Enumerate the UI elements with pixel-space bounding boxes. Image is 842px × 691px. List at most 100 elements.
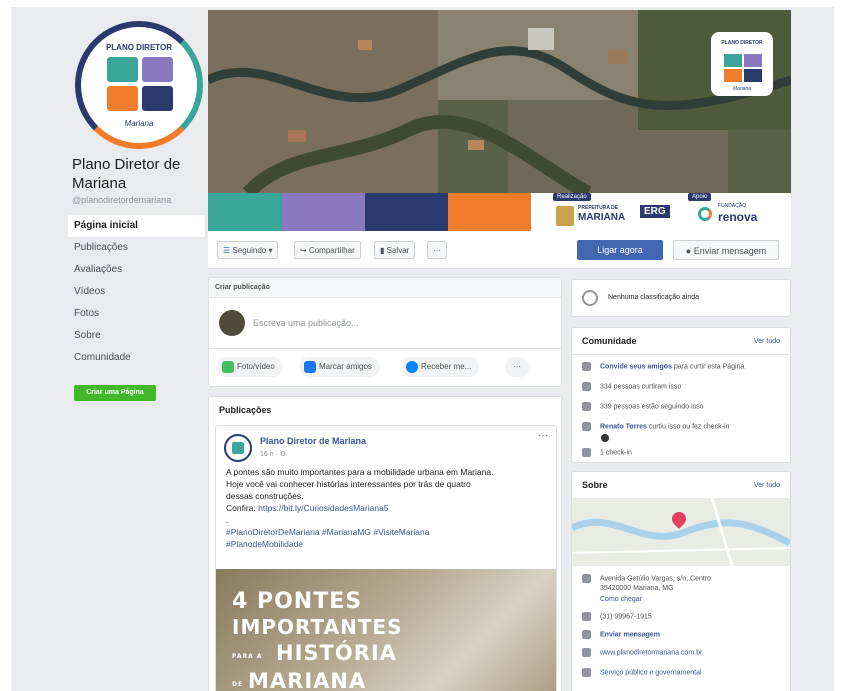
create-post-more-button[interactable]: ··· xyxy=(505,357,529,377)
create-post-input[interactable]: Escreva uma publicação... xyxy=(253,318,359,328)
nav-item-about[interactable]: Sobre xyxy=(68,325,205,347)
send-message-button[interactable]: ● Enviar mensagem xyxy=(673,240,779,260)
logo-subtitle: Mariana xyxy=(124,119,154,128)
nav-item-videos[interactable]: Vídeos xyxy=(68,281,205,303)
about-map[interactable] xyxy=(572,498,790,566)
directions-link[interactable]: Como chegar xyxy=(600,596,642,603)
globe-icon: ⚙ xyxy=(279,451,287,458)
post-image-line-3: HISTÓRIA xyxy=(276,641,397,665)
create-page-button[interactable]: Criar uma Página xyxy=(74,385,156,401)
facebook-page: PLANO DIRETOR Mariana Plano Diretor de M… xyxy=(11,7,834,691)
following-button[interactable]: ☰ Seguindo ▾ xyxy=(217,241,279,259)
about-see-all[interactable]: Ver tudo xyxy=(754,482,780,489)
invite-friends-link[interactable]: Convide seus amigos xyxy=(600,363,672,370)
logo-tiles xyxy=(107,57,173,111)
address-icon xyxy=(582,574,591,583)
post-time[interactable]: 16 h · ⚙ xyxy=(260,450,286,458)
page-avatar xyxy=(219,310,245,336)
realizacao-label: Realização xyxy=(553,193,591,201)
messenger-icon xyxy=(406,361,418,373)
website-link[interactable]: www.planodiretormariana.com.br xyxy=(600,649,702,656)
post-image-line-2: IMPORTANTES xyxy=(232,615,403,639)
follows-row: 339 pessoas estão seguindo isso xyxy=(582,402,704,411)
nav-item-home[interactable]: Página inicial xyxy=(68,215,205,237)
page-profile-logo[interactable]: PLANO DIRETOR Mariana xyxy=(75,21,203,149)
stripe-teal xyxy=(208,193,282,231)
sponsor-fundacao: FUNDAÇÃO xyxy=(718,203,747,209)
save-button[interactable]: ▮ Salvar xyxy=(374,241,416,259)
page-title[interactable]: Plano Diretor de Mariana xyxy=(72,155,212,193)
post-image-line-1: 4 PONTES xyxy=(232,589,363,614)
phone-row: (31) 99967-1915 xyxy=(582,612,652,621)
page-handle[interactable]: @planodiretordemariana xyxy=(72,195,171,205)
receive-messages-button[interactable]: Receber me... xyxy=(401,357,480,377)
tag-friends-button[interactable]: Marcar amigos xyxy=(299,357,380,377)
address-line-1: Avenida Getúlio Vargas, s/n, Centro xyxy=(600,575,712,583)
apoio-label: Apoio xyxy=(688,193,712,201)
share-button[interactable]: ↪ Compartilhar xyxy=(294,241,361,259)
location-icon xyxy=(582,448,591,457)
category-row: Serviço público e governamental xyxy=(582,668,702,677)
nav-item-posts[interactable]: Publicações xyxy=(68,237,205,259)
friends-icon xyxy=(582,422,591,431)
community-card: Comunidade Ver tudo Convide seus amigos … xyxy=(571,327,791,463)
post-hashtags-2[interactable]: #PlanodeMobilidade xyxy=(226,538,546,550)
ratings-card: Nenhuma classificação ainda xyxy=(571,279,791,317)
post-author-avatar[interactable] xyxy=(224,434,252,462)
page-action-bar: ☰ Seguindo ▾ ↪ Compartilhar ▮ Salvar ···… xyxy=(208,231,791,269)
checkin-friend-row: Renato Torres curtiu isso ou fez check-i… xyxy=(582,422,729,431)
messenger-icon xyxy=(582,630,591,639)
category-link[interactable]: Serviço público e governamental xyxy=(600,669,702,676)
sponsor-renova: renova xyxy=(718,210,758,224)
cover-plano-logo: PLANO DIRETOR Mariana xyxy=(711,32,773,96)
send-message-label: Enviar mensagem xyxy=(693,246,767,256)
logo-title: PLANO DIRETOR xyxy=(105,43,173,52)
post-image[interactable]: 4 PONTES IMPORTANTES PARA A HISTÓRIA DE … xyxy=(216,569,556,691)
invite-friends-row: Convide seus amigos para curtir esta Pág… xyxy=(582,362,744,371)
create-post-card: Criar publicação Escreva uma publicação.… xyxy=(208,277,562,387)
nav-item-reviews[interactable]: Avaliações xyxy=(68,259,205,281)
phone-icon xyxy=(582,612,591,621)
post-hashtags-1[interactable]: #PlanoDiretorDeMariana #MarianaMG #Visit… xyxy=(226,526,546,538)
like-icon xyxy=(582,382,591,391)
address-line-2: 35420000 Mariana, MG xyxy=(600,585,674,592)
post-author[interactable]: Plano Diretor de Mariana xyxy=(260,436,366,446)
post-confira: Confira: xyxy=(226,503,259,513)
cover-logo-tiles xyxy=(724,54,762,82)
cover-color-stripes: Realização Apoio PREFEITURA DE MARIANA E… xyxy=(208,193,791,231)
call-now-button[interactable]: Ligar agora xyxy=(577,240,663,260)
sponsor-prefeitura-bottom: MARIANA xyxy=(578,212,626,223)
bookmark-icon: ▮ xyxy=(380,246,387,255)
cover-logo-subtitle: Mariana xyxy=(732,86,752,92)
friend-avatar[interactable] xyxy=(601,434,609,442)
post-link[interactable]: https://bit.ly/CuriosidadesMariana5 xyxy=(258,503,388,513)
tag-friends-label: Marcar amigos xyxy=(319,362,372,371)
phone-text: (31) 99967-1915 xyxy=(600,613,652,621)
divider xyxy=(572,354,790,355)
about-title: Sobre xyxy=(582,480,608,490)
cover-photo[interactable]: PLANO DIRETOR Mariana xyxy=(208,10,791,193)
posts-header: Publicações xyxy=(219,405,272,415)
photo-video-button[interactable]: Foto/vídeo xyxy=(217,357,283,377)
map-graphic xyxy=(572,498,790,566)
divider xyxy=(209,348,561,349)
post-line-3: dessas construções. xyxy=(226,491,304,501)
community-see-all[interactable]: Ver tudo xyxy=(754,338,780,345)
rss-icon xyxy=(582,402,591,411)
checkin-friend-name[interactable]: Renato Torres xyxy=(600,423,647,430)
share-label: Compartilhar xyxy=(308,246,355,255)
likes-row: 334 pessoas curtiram isso xyxy=(582,382,681,391)
receive-messages-label: Receber me... xyxy=(421,362,472,371)
page-nav: Página inicial Publicações Avaliações Ví… xyxy=(68,215,205,369)
sponsor-prefeitura-top: PREFEITURA DE xyxy=(578,205,619,211)
community-title: Comunidade xyxy=(582,336,637,346)
more-actions-button[interactable]: ··· xyxy=(427,241,447,259)
sponsor-erg: ERG xyxy=(640,205,670,218)
photo-video-label: Foto/vídeo xyxy=(237,362,275,371)
post-options-button[interactable]: ··· xyxy=(538,430,548,441)
nav-item-community[interactable]: Comunidade xyxy=(68,347,205,369)
posts-card: Publicações Plano Diretor de Mariana 16 … xyxy=(208,396,562,691)
about-send-message-link[interactable]: Enviar mensagem xyxy=(600,631,660,638)
category-icon xyxy=(582,668,591,677)
nav-item-photos[interactable]: Fotos xyxy=(68,303,205,325)
